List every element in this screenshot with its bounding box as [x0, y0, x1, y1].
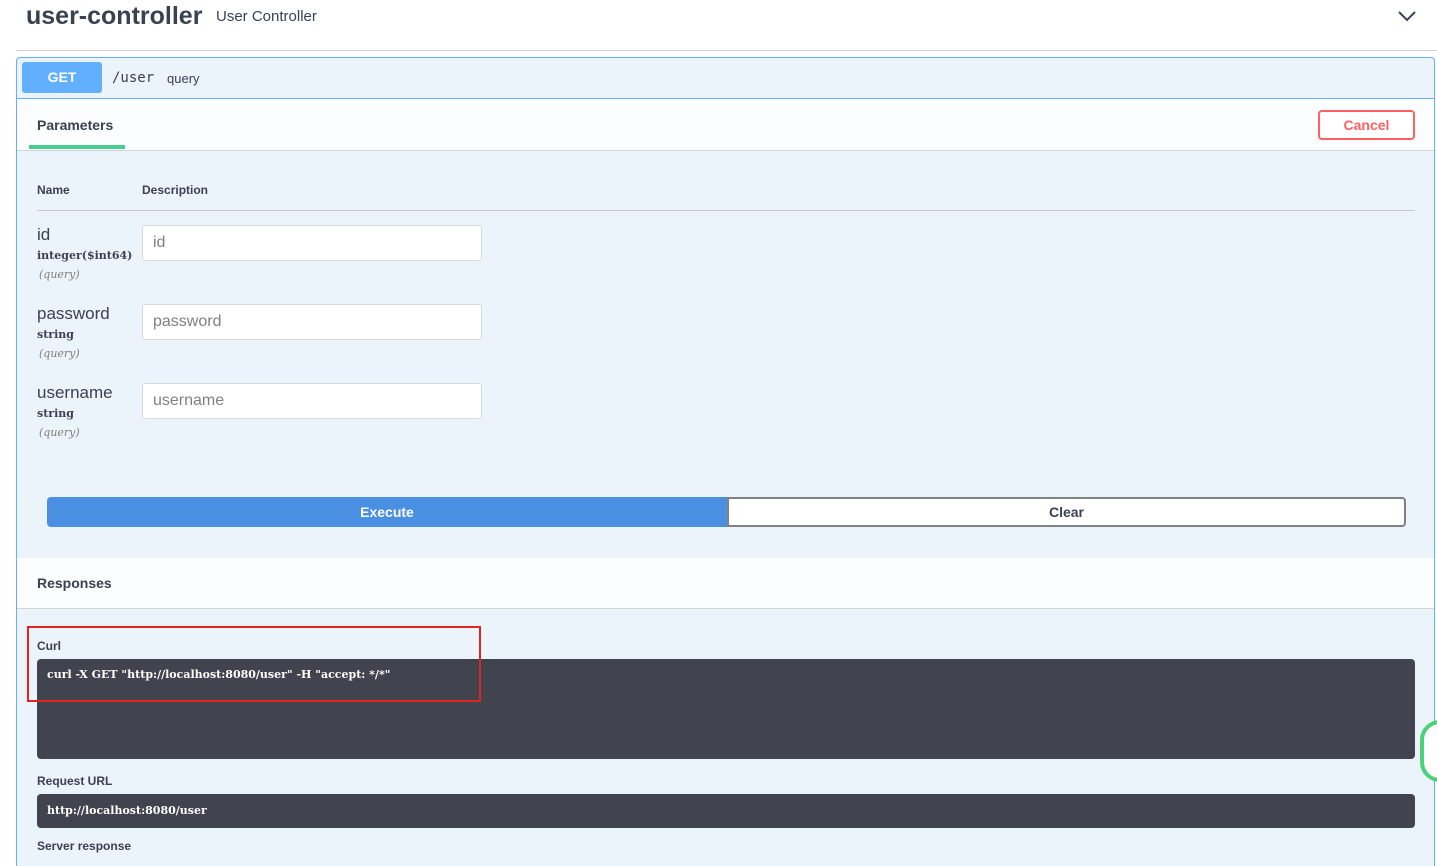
cancel-button[interactable]: Cancel: [1318, 110, 1415, 140]
tag-header[interactable]: user-controller User Controller: [16, 0, 1437, 51]
parameter-row-username: username string (query) username: [37, 383, 497, 453]
parameter-name: password: [37, 304, 110, 323]
operation-summary[interactable]: GET /user query: [17, 58, 1434, 99]
execute-wrapper: Execute Clear: [47, 497, 1406, 527]
tag-description: User Controller: [216, 8, 317, 25]
tag-name: user-controller: [26, 2, 203, 30]
clear-button[interactable]: Clear: [727, 497, 1406, 527]
execute-button[interactable]: Execute: [47, 497, 727, 527]
curl-highlight-box: [27, 626, 481, 702]
parameter-type: string: [37, 407, 74, 420]
responses-title: Responses: [37, 575, 112, 591]
parameter-name: id: [37, 225, 51, 244]
method-badge: GET: [22, 62, 102, 93]
parameter-row-password: password string (query) password: [37, 304, 497, 374]
column-header-name: Name: [37, 183, 70, 197]
parameter-location: (query): [39, 426, 80, 439]
server-response-label: Server response: [37, 839, 132, 853]
parameter-type: string: [37, 328, 74, 341]
id-input[interactable]: id: [142, 225, 482, 261]
floating-widget[interactable]: [1420, 720, 1437, 782]
responses-header: Responses: [17, 558, 1434, 609]
parameters-header: Parameters Cancel: [17, 99, 1434, 151]
operation-description: query: [167, 71, 200, 86]
tab-parameters[interactable]: Parameters: [29, 99, 125, 149]
password-input[interactable]: password: [142, 304, 482, 340]
parameter-name: username: [37, 383, 113, 402]
parameter-type: integer($int64): [37, 249, 133, 262]
table-divider: [37, 210, 1415, 211]
parameter-location: (query): [39, 268, 80, 281]
request-url-box[interactable]: http://localhost:8080/user: [37, 794, 1415, 828]
username-input[interactable]: username: [142, 383, 482, 419]
column-header-description: Description: [142, 183, 209, 197]
operation-block: GET /user query Parameters Cancel Name D…: [16, 57, 1435, 866]
parameter-row-id: id integer($int64) (query) id: [37, 225, 497, 295]
operation-path: /user: [112, 70, 155, 86]
parameter-location: (query): [39, 347, 80, 360]
request-url-label: Request URL: [37, 774, 113, 788]
chevron-down-icon[interactable]: [1397, 8, 1417, 24]
